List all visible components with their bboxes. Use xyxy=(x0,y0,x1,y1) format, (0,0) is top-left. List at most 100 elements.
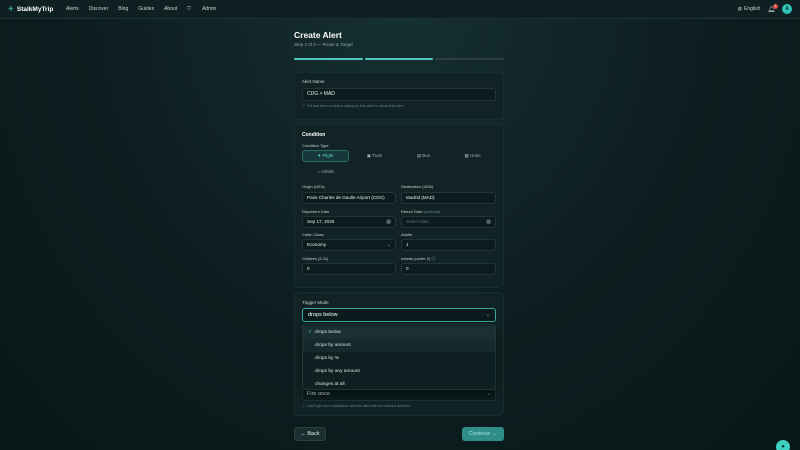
trigger-mode-select[interactable]: drops below ⌄ xyxy=(302,308,496,322)
fire-mode-value: Fire once xyxy=(307,391,330,397)
nav-link-discover[interactable]: Discover xyxy=(89,6,108,12)
home-icon: ⌂ xyxy=(317,169,320,174)
info-icon: ⓘ xyxy=(302,404,306,408)
infants-label: Infants (under 2) ⓘ xyxy=(401,256,435,262)
alert-name-input[interactable]: CDG > MAD xyxy=(302,88,496,101)
progress-step-1 xyxy=(294,58,363,60)
option-changes-at-all[interactable]: changes at all xyxy=(303,378,495,391)
top-nav: ✈ StalkMyTrip Alerts Discover Blog Guide… xyxy=(0,0,800,19)
alert-name-hint-text: If it has been a sent a category this al… xyxy=(306,104,404,108)
destination-label: Destination (IATA) xyxy=(401,184,434,189)
type-flight-label: Flight xyxy=(322,153,334,158)
help-fab[interactable]: ● xyxy=(776,440,790,450)
nav-link-blog[interactable]: Blog xyxy=(118,6,128,12)
option-label: changes at all xyxy=(315,382,345,387)
nav-link-about[interactable]: About xyxy=(164,6,177,12)
departure-label: Departure Date xyxy=(302,209,330,214)
option-label: drops by any amount xyxy=(315,369,360,374)
continue-label: Continue xyxy=(468,431,491,437)
trigger-mode-value: drops below xyxy=(308,312,338,318)
fire-mode-hint-text: You'll get one notification and the aler… xyxy=(306,404,410,408)
calendar-icon: ▦ xyxy=(486,219,491,225)
type-airbnb-label: Airbnb xyxy=(320,169,334,174)
chevron-down-icon: ⌄ xyxy=(485,312,490,318)
origin-label: Origin (IATA) xyxy=(302,184,325,189)
nav-right: ◍ English 🔔︎ 1 A xyxy=(738,3,792,14)
continue-button[interactable]: Continue → xyxy=(462,427,504,441)
departure-date-input[interactable]: Sep 17, 2025 ▦ xyxy=(302,216,396,228)
language-selector[interactable]: ◍ English xyxy=(738,6,761,12)
page-subtitle: Step 2 of 3 — Route & Target xyxy=(294,42,353,47)
option-drops-by-percent[interactable]: drops by % xyxy=(303,352,495,365)
notifications-button[interactable]: 🔔︎ 1 xyxy=(767,3,778,13)
option-drops-below[interactable]: ✓ drops below xyxy=(303,326,495,339)
brand[interactable]: ✈ StalkMyTrip xyxy=(8,5,54,14)
back-button[interactable]: ← Back xyxy=(294,427,326,441)
origin-input[interactable]: Paris Charles de Gaulle Airport (CDG) xyxy=(302,192,396,204)
nav-link-guides[interactable]: Guides xyxy=(138,6,154,12)
type-bus[interactable]: ▤ Bus xyxy=(400,150,447,162)
children-label: Children (2-11) xyxy=(302,256,329,261)
back-label: Back xyxy=(307,431,320,437)
notification-badge: 1 xyxy=(773,3,778,9)
destination-input[interactable]: Madrid (MAD) xyxy=(401,192,496,204)
return-optional: (optional) xyxy=(423,209,441,214)
hotel-icon: ▦ xyxy=(464,153,469,158)
adults-input[interactable]: 1 xyxy=(401,239,496,251)
type-airbnb[interactable]: ⌂ Airbnb xyxy=(302,166,349,178)
type-flight[interactable]: ✈ Flight xyxy=(302,150,349,162)
language-label: English xyxy=(743,6,761,12)
chat-icon: ● xyxy=(781,444,785,450)
progress-step-2 xyxy=(364,58,434,60)
check-icon: ✓ xyxy=(308,330,313,335)
avatar[interactable]: A xyxy=(782,4,792,14)
info-icon: ⓘ xyxy=(302,104,306,108)
brand-name: StalkMyTrip xyxy=(16,5,54,13)
return-label: Return Date (optional) xyxy=(401,209,440,214)
option-drops-by-any-amount[interactable]: drops by any amount xyxy=(303,365,495,378)
infants-label-text: Infants (under 2) xyxy=(401,256,431,261)
progress-step-3 xyxy=(435,58,505,60)
return-date-placeholder: Select date xyxy=(406,219,429,224)
type-bus-label: Bus xyxy=(422,153,431,158)
admin-label: Admin xyxy=(202,6,217,12)
alert-name-hint: ⓘ If it has been a sent a category this … xyxy=(302,104,404,109)
departure-date-value: Sep 17, 2025 xyxy=(307,219,335,224)
cabin-select[interactable]: Economy ⌄ xyxy=(302,239,396,251)
bus-icon: ▤ xyxy=(416,153,422,158)
chevron-down-icon: ⌄ xyxy=(386,242,391,248)
infants-input[interactable]: 0 xyxy=(401,263,496,275)
condition-type-label: Condition Type xyxy=(302,143,329,148)
type-train-label: Train xyxy=(372,153,383,158)
option-drops-by-amount[interactable]: drops by amount xyxy=(303,339,495,352)
calendar-icon: ▦ xyxy=(386,219,391,225)
nav-link-alerts[interactable]: Alerts xyxy=(66,6,79,12)
type-train[interactable]: ▣ Train xyxy=(351,150,398,162)
alert-name-label: Alert Name xyxy=(302,79,325,84)
adults-label: Adults xyxy=(401,232,413,237)
train-icon: ▣ xyxy=(366,153,371,158)
nav-links: Alerts Discover Blog Guides About ⛉ Admi… xyxy=(66,6,236,12)
condition-section-label: Condition xyxy=(302,132,326,138)
step-progress xyxy=(294,58,505,60)
nav-link-admin[interactable]: ⛉ Admin xyxy=(187,6,226,12)
plane-logo-icon: ✈ xyxy=(8,6,14,13)
globe-icon: ◍ xyxy=(737,6,742,12)
option-label: drops below xyxy=(315,330,341,335)
trigger-mode-label: Trigger Mode xyxy=(302,300,329,305)
return-date-input[interactable]: Select date ▦ xyxy=(401,216,496,228)
info-icon: ⓘ xyxy=(431,256,436,261)
arrow-left-icon: ← xyxy=(300,431,306,437)
return-label-text: Return Date xyxy=(401,209,423,214)
type-hotel[interactable]: ▦ Hotel xyxy=(449,150,496,162)
page-title: Create Alert xyxy=(294,30,342,40)
type-hotel-label: Hotel xyxy=(470,153,481,158)
cabin-label: Cabin Class xyxy=(302,232,324,237)
plane-icon: ✈ xyxy=(317,153,322,158)
option-label: drops by % xyxy=(315,356,339,361)
fire-mode-hint: ⓘ You'll get one notification and the al… xyxy=(302,404,410,409)
shield-icon: ⛉ xyxy=(187,6,191,12)
children-input[interactable]: 0 xyxy=(302,263,396,275)
cabin-value: Economy xyxy=(307,242,327,247)
trigger-mode-menu: ✓ drops below drops by amount drops by % … xyxy=(302,324,496,390)
